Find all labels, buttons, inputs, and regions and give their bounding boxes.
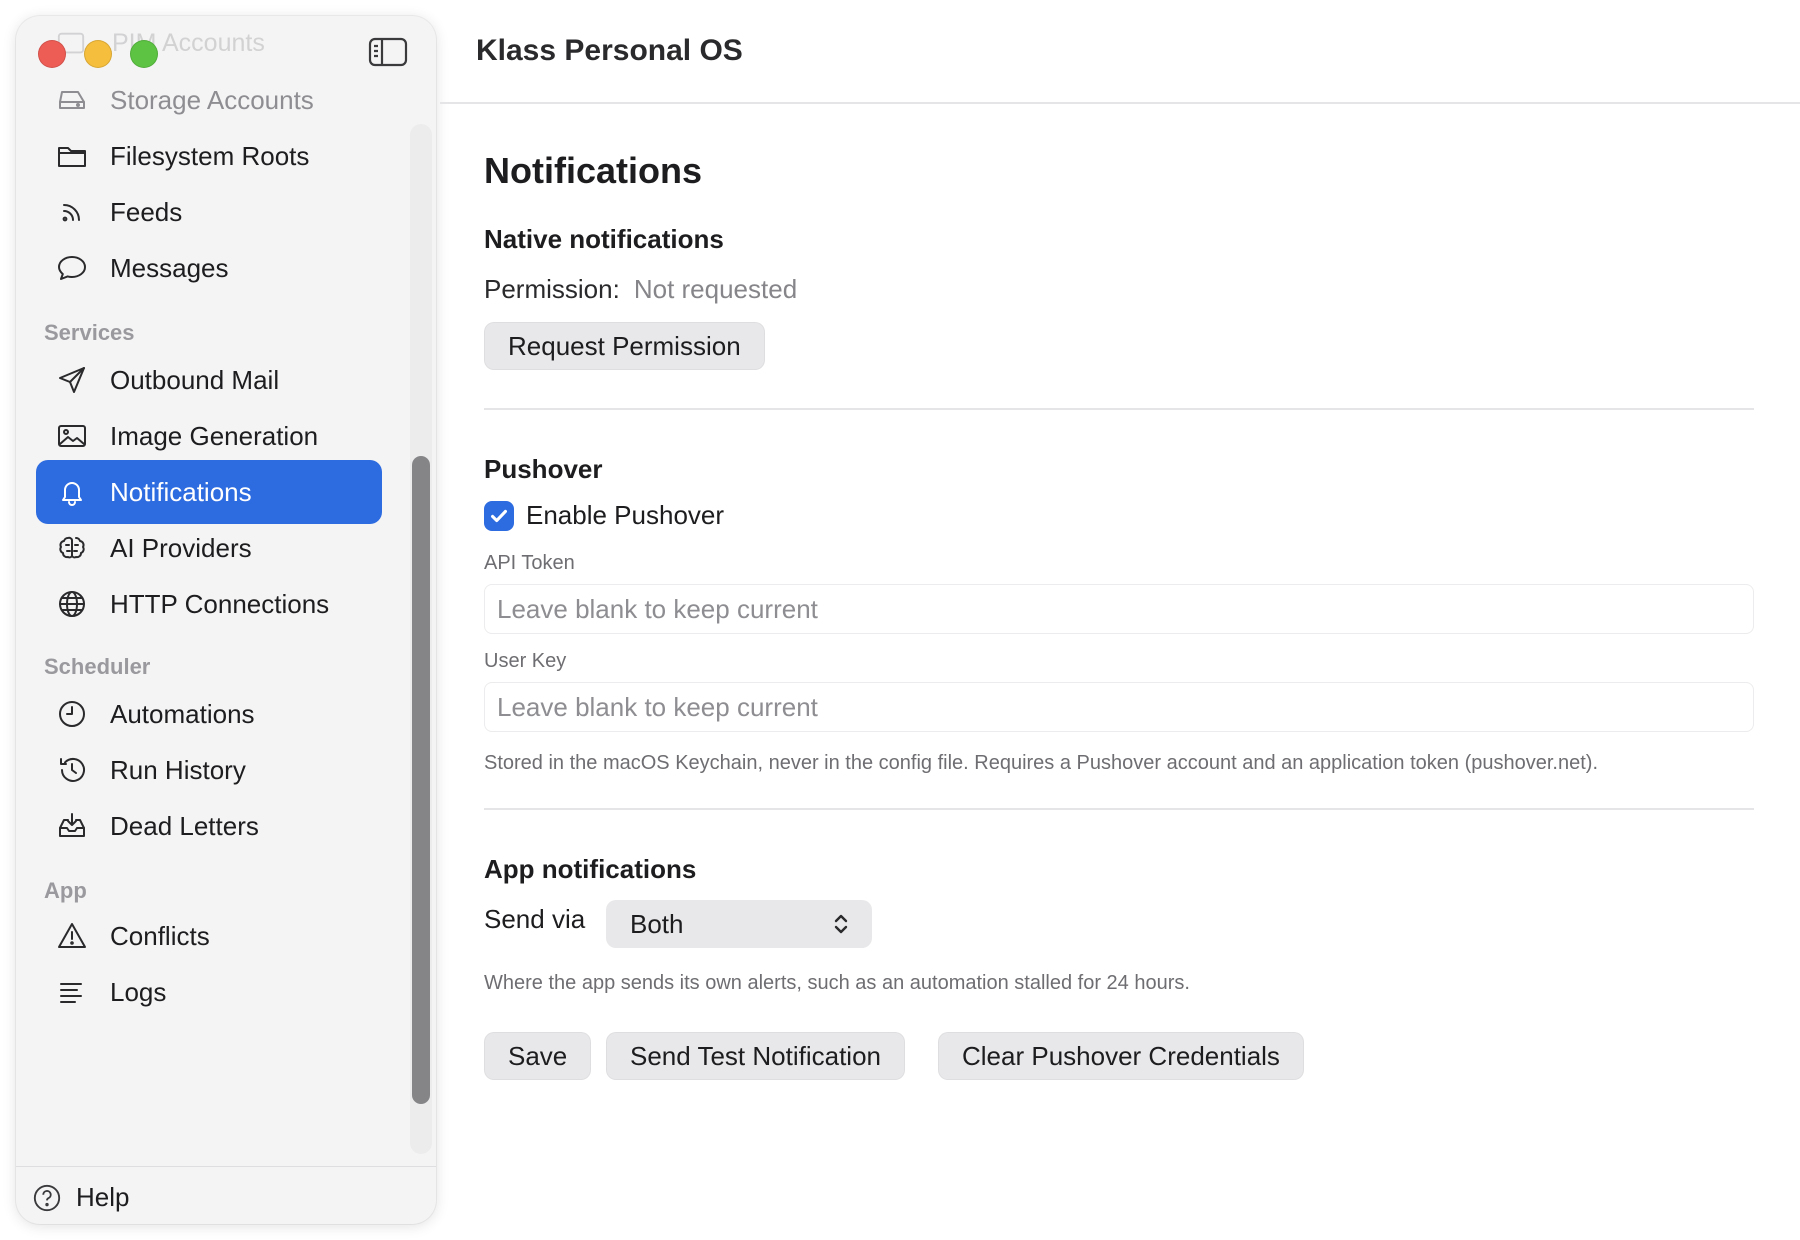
tray-icon	[54, 808, 90, 844]
question-circle-icon	[33, 1184, 61, 1211]
sidebar-toggle-icon	[368, 37, 408, 67]
globe-icon	[54, 586, 90, 622]
paper-plane-icon	[54, 362, 90, 398]
pushover-heading: Pushover	[484, 454, 603, 484]
sidebar-item-ai-providers[interactable]: AI Providers	[36, 516, 382, 580]
send-test-notification-button[interactable]: Send Test Notification	[606, 1032, 905, 1080]
title-divider	[440, 102, 1800, 104]
sidebar-item-label: Storage Accounts	[110, 84, 314, 115]
section-divider	[484, 808, 1754, 810]
sidebar-item-label: Notifications	[110, 476, 252, 507]
message-bubble-icon	[54, 250, 90, 286]
section-label-app: App	[44, 878, 87, 903]
send-via-value: Both	[630, 908, 684, 939]
sidebar-item-label: Automations	[110, 698, 255, 729]
section-divider	[484, 408, 1754, 410]
close-window-button[interactable]	[38, 40, 66, 68]
hard-drive-icon	[54, 82, 90, 118]
sidebar-item-image-generation[interactable]: Image Generation	[36, 404, 382, 468]
sidebar-item-label: Messages	[110, 252, 229, 283]
app-notifications-heading: App notifications	[484, 854, 697, 884]
zoom-window-button[interactable]	[130, 40, 158, 68]
sidebar-item-label: Logs	[110, 976, 167, 1007]
window-title: Klass Personal OS	[476, 34, 743, 67]
save-button[interactable]: Save	[484, 1032, 592, 1080]
sidebar-item-messages[interactable]: Messages	[36, 236, 382, 300]
sidebar-item-run-history[interactable]: Run History	[36, 738, 382, 802]
enable-pushover-checkbox[interactable]	[484, 500, 514, 531]
brain-icon	[54, 530, 90, 566]
permission-status: Permission: Not requested	[484, 274, 797, 305]
rss-icon	[54, 194, 90, 230]
warning-triangle-icon	[54, 918, 90, 954]
sidebar-item-label: Image Generation	[110, 420, 319, 451]
native-notifications-heading: Native notifications	[484, 224, 724, 254]
checkmark-icon	[491, 509, 507, 522]
sidebar-divider	[16, 1166, 436, 1167]
page-title: Notifications	[484, 150, 703, 191]
sidebar-item-feeds[interactable]: Feeds	[36, 180, 382, 244]
sidebar-item-automations[interactable]: Automations	[36, 682, 382, 746]
sidebar-item-logs[interactable]: Logs	[36, 960, 382, 1024]
sidebar-item-label: Outbound Mail	[110, 364, 280, 395]
sidebar-nav: Storage Accounts Filesystem Roots Feeds …	[16, 78, 436, 1168]
history-icon	[54, 752, 90, 788]
help-label: Help	[76, 1182, 130, 1212]
user-key-input[interactable]	[484, 682, 1754, 732]
window-controls	[38, 40, 158, 68]
request-permission-button[interactable]: Request Permission	[484, 322, 765, 370]
minimize-window-button[interactable]	[84, 40, 112, 68]
section-label-services: Services	[44, 320, 135, 345]
chevron-up-down-icon	[834, 914, 848, 934]
sidebar-item-dead-letters[interactable]: Dead Letters	[36, 794, 382, 858]
sidebar-item-label: Run History	[110, 754, 246, 785]
enable-pushover-row: Enable Pushover	[484, 500, 724, 531]
clear-pushover-credentials-button[interactable]: Clear Pushover Credentials	[938, 1032, 1304, 1080]
sidebar-item-label: HTTP Connections	[110, 588, 330, 619]
user-key-label: User Key	[484, 650, 567, 672]
sidebar-toggle-button[interactable]	[368, 36, 408, 68]
send-via-label: Send via	[484, 904, 586, 934]
section-label-scheduler: Scheduler	[44, 654, 151, 679]
sidebar-item-filesystem-roots[interactable]: Filesystem Roots	[36, 124, 382, 188]
enable-pushover-label: Enable Pushover	[526, 500, 725, 530]
sidebar-item-outbound-mail[interactable]: Outbound Mail	[36, 348, 382, 412]
sidebar-item-notifications[interactable]: Notifications	[36, 460, 382, 524]
api-token-label: API Token	[484, 552, 575, 574]
help-button[interactable]: Help	[32, 1182, 129, 1213]
sidebar: PIM Accounts Storage Accounts Filesystem…	[16, 16, 436, 1224]
sidebar-item-label: Dead Letters	[110, 810, 259, 841]
sidebar-scrollbar-thumb[interactable]	[412, 456, 430, 1104]
sidebar-item-label: Filesystem Roots	[110, 140, 310, 171]
pushover-hint: Stored in the macOS Keychain, never in t…	[484, 752, 1598, 774]
clock-icon	[54, 696, 90, 732]
sidebar-item-conflicts[interactable]: Conflicts	[36, 904, 382, 968]
folder-icon	[54, 138, 90, 174]
app-notifications-hint: Where the app sends its own alerts, such…	[484, 972, 1190, 994]
lines-icon	[54, 974, 90, 1010]
send-via-select[interactable]: Both	[606, 900, 872, 948]
sidebar-item-label: Feeds	[110, 196, 183, 227]
api-token-input[interactable]	[484, 584, 1754, 634]
bell-icon	[54, 474, 90, 510]
sidebar-item-http-connections[interactable]: HTTP Connections	[36, 572, 382, 636]
sidebar-item-label: Conflicts	[110, 920, 210, 951]
sidebar-item-label: AI Providers	[110, 532, 252, 563]
permission-value: Not requested	[633, 274, 798, 304]
permission-label: Permission:	[484, 274, 620, 304]
photo-icon	[54, 418, 90, 454]
